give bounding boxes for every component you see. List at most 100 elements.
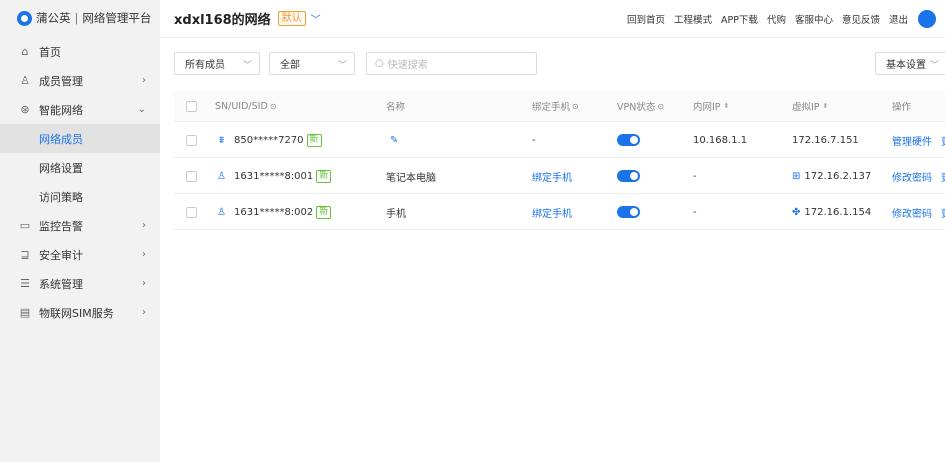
actions-cell: 管理硬件 更	[892, 122, 945, 158]
network-icon: ⊛	[20, 103, 30, 116]
nav-feedback[interactable]: 意见反馈	[842, 12, 880, 26]
sidebar-item-label: 安全审计	[39, 248, 83, 262]
android-icon: ✤	[792, 206, 801, 218]
brand[interactable]: 蒲公英 | 网络管理平台	[0, 0, 160, 36]
change-password-link[interactable]: 修改密码	[892, 205, 932, 220]
sidebar-item-label: 成员管理	[39, 74, 83, 88]
change-password-link[interactable]: 修改密码	[892, 169, 932, 184]
member-filter-select[interactable]: 所有成员 ﹀	[174, 52, 260, 75]
col-vpn: VPN状态 ⊙	[617, 101, 665, 114]
sidebar-subitem-access-policy[interactable]: 访问策略	[0, 182, 160, 211]
nav-support[interactable]: 客服中心	[795, 12, 833, 26]
user-icon: ♙	[217, 206, 226, 218]
toolbar: 所有成员 ﹀ 全部 ﹀ ○ 快速搜索 基本设置 ﹀	[174, 52, 945, 75]
router-icon: ⩩	[218, 134, 225, 146]
col-actions: 操作	[892, 102, 912, 113]
sidebar-item-smart-network[interactable]: ⊛ 智能网络 ⌄	[0, 95, 160, 124]
new-tag: 新	[316, 205, 332, 219]
nav-home[interactable]: 回到首页	[627, 12, 665, 26]
more-link[interactable]: 更	[941, 133, 945, 148]
virtual-ip-cell: ✤ 172.16.1.154	[792, 194, 871, 230]
sidebar-item-monitor[interactable]: ▭ 监控告警 ›	[0, 211, 160, 240]
chevron-right-icon: ›	[142, 75, 146, 86]
nav-app-download[interactable]: APP下载	[721, 12, 758, 26]
chevron-right-icon: ›	[142, 220, 146, 231]
table-row: ♙ 1631*****8:001 新 笔记本电脑 绑定手机 - ⊞ 172.16…	[174, 158, 945, 194]
vpn-toggle[interactable]	[617, 122, 640, 158]
device-id: 1631*****8:001	[234, 170, 314, 182]
home-icon: ⌂	[21, 45, 29, 58]
sidebar-item-system[interactable]: ☰ 系统管理 ›	[0, 269, 160, 298]
table-row: ⩩ 850*****7270 新 ✎ - 10.168.1.1 172.16.7…	[174, 122, 945, 158]
search-input[interactable]: ○ 快速搜索	[366, 52, 537, 75]
row-checkbox[interactable]	[186, 158, 197, 194]
nav-logout[interactable]: 退出	[889, 12, 908, 26]
avatar[interactable]	[918, 10, 936, 28]
chevron-right-icon: ›	[142, 278, 146, 289]
sidebar-item-home[interactable]: ⌂ 首页	[0, 37, 160, 66]
sidebar-item-label: 首页	[39, 45, 61, 59]
chevron-right-icon: ›	[142, 249, 146, 260]
col-phone: 绑定手机 ⊙	[532, 101, 579, 114]
view-mode-select[interactable]: 基本设置 ﹀	[875, 52, 945, 75]
bind-phone-link[interactable]: 绑定手机	[532, 194, 572, 230]
search-placeholder: 快速搜索	[387, 60, 428, 71]
chevron-down-icon: ﹀	[929, 61, 939, 71]
new-tag: 新	[316, 169, 332, 183]
sidebar-subitem-label: 网络设置	[39, 161, 83, 175]
device-id: 1631*****8:002	[234, 206, 314, 218]
sidebar-item-label: 智能网络	[39, 103, 83, 117]
sidebar-item-iot-sim[interactable]: ▤ 物联网SIM服务 ›	[0, 298, 160, 327]
col-lan-ip[interactable]: 内网IP ⬍	[693, 90, 729, 122]
vpn-toggle[interactable]	[617, 194, 640, 230]
device-id-cell: ⩩ 850*****7270 新	[215, 122, 322, 158]
sidebar-item-security-audit[interactable]: ⊒ 安全审计 ›	[0, 240, 160, 269]
row-checkbox[interactable]	[186, 194, 197, 230]
more-link[interactable]: 更	[941, 169, 945, 184]
edit-name-icon[interactable]: ✎	[390, 122, 398, 158]
col-name: 名称	[386, 102, 406, 113]
search-icon: ○	[375, 58, 384, 69]
sidebar: 蒲公英 | 网络管理平台 ⌂ 首页 ♙ 成员管理 › ⊛ 智能网络 ⌄ 网络成员…	[0, 0, 160, 462]
device-id: 850*****7270	[234, 134, 304, 146]
network-title[interactable]: xdxl168的网络	[174, 9, 271, 28]
device-id-cell: ♙ 1631*****8:002 新	[215, 194, 332, 230]
vpn-toggle[interactable]	[617, 158, 640, 194]
chevron-right-icon: ›	[142, 307, 146, 318]
sim-icon: ▤	[19, 306, 31, 319]
virtual-ip: 172.16.1.154	[804, 206, 872, 218]
lan-ip: -	[693, 170, 697, 182]
chevron-down-icon[interactable]: ﹀	[311, 11, 321, 26]
row-checkbox[interactable]	[186, 122, 197, 158]
manage-hardware-link[interactable]: 管理硬件	[892, 133, 932, 148]
brand-name: 蒲公英	[36, 11, 71, 25]
chevron-down-icon: ﹀	[337, 61, 347, 71]
sidebar-item-members[interactable]: ♙ 成员管理 ›	[0, 66, 160, 95]
sidebar-subitem-label: 访问策略	[39, 190, 83, 204]
select-all-checkbox[interactable]	[186, 90, 197, 122]
view-mode-value: 基本设置	[886, 60, 926, 71]
sort-icon: ⬍	[822, 102, 829, 110]
more-link[interactable]: 更	[941, 205, 945, 220]
sidebar-item-label: 物联网SIM服务	[39, 306, 114, 320]
sidebar-subitem-network-members[interactable]: 网络成员	[0, 124, 160, 153]
user-icon: ♙	[217, 170, 226, 182]
member-filter-value: 所有成员	[185, 60, 225, 71]
col-virtual-ip[interactable]: 虚拟IP ⬍	[792, 90, 828, 122]
user-icon: ♙	[20, 74, 30, 87]
sidebar-subitem-network-settings[interactable]: 网络设置	[0, 153, 160, 182]
top-nav: 回到首页 工程模式 APP下载 代购 客服中心 意见反馈 退出	[618, 0, 908, 38]
sidebar-subitem-label: 网络成员	[39, 132, 83, 146]
sidebar-item-label: 系统管理	[39, 277, 83, 291]
sort-icon: ⬍	[723, 102, 730, 110]
nav-purchase[interactable]: 代购	[767, 12, 786, 26]
monitor-icon: ▭	[19, 219, 31, 232]
device-name: 手机	[386, 208, 406, 220]
bind-phone-link[interactable]: 绑定手机	[532, 158, 572, 194]
status-filter-select[interactable]: 全部 ﹀	[269, 52, 355, 75]
logo-icon	[17, 10, 32, 26]
nav-engineering-mode[interactable]: 工程模式	[674, 12, 712, 26]
settings-icon: ☰	[20, 277, 30, 290]
brand-product: 网络管理平台	[82, 11, 152, 25]
windows-icon: ⊞	[792, 170, 801, 182]
